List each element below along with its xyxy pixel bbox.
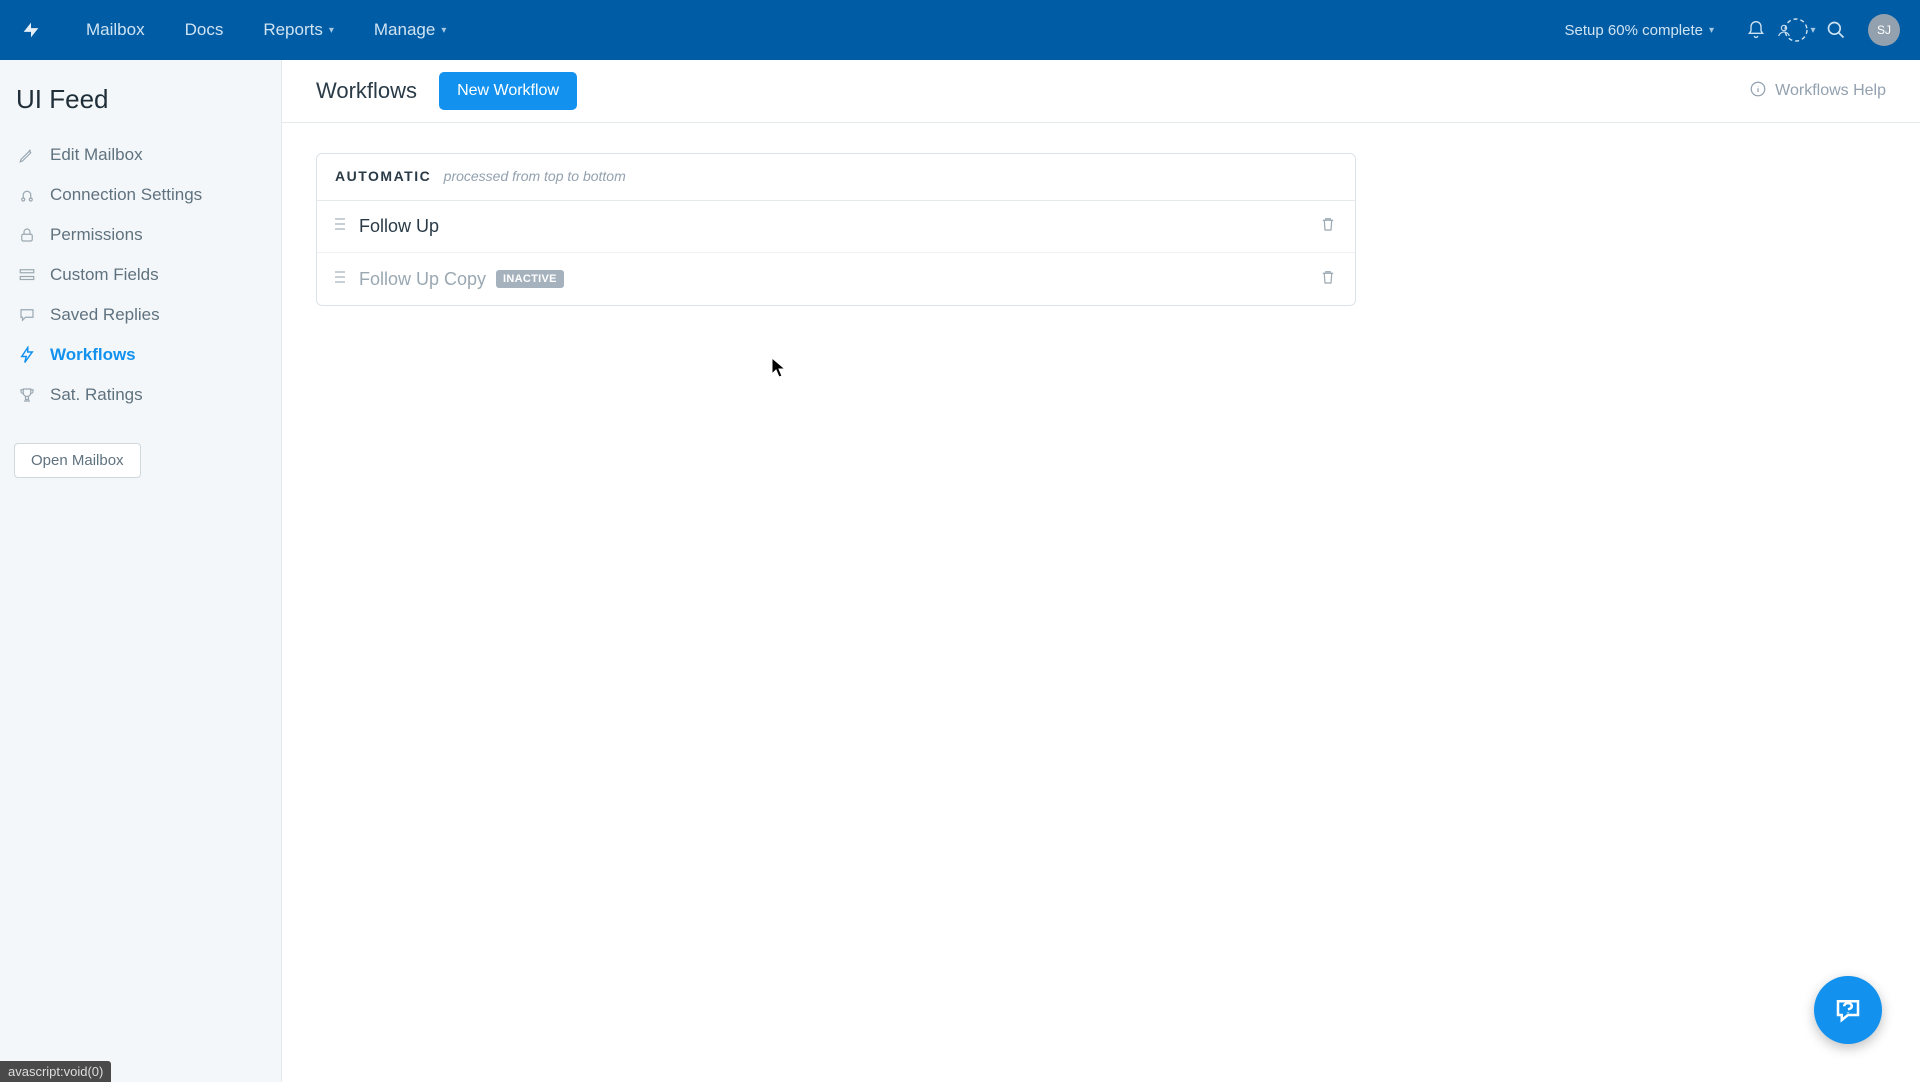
- page-header: Workflows New Workflow Workflows Help: [282, 60, 1920, 123]
- new-workflow-button[interactable]: New Workflow: [439, 72, 577, 110]
- sidebar-item-custom-fields[interactable]: Custom Fields: [14, 255, 267, 295]
- nav-mailbox[interactable]: Mailbox: [66, 0, 165, 60]
- workflow-row[interactable]: Follow Up Copy INACTIVE: [317, 253, 1355, 305]
- pencil-icon: [18, 146, 36, 164]
- sidebar: UI Feed Edit Mailbox Connection Settings…: [0, 60, 282, 1082]
- workflows-help-link[interactable]: Workflows Help: [1749, 80, 1886, 103]
- chevron-down-icon: ▾: [329, 25, 334, 36]
- chat-icon: [18, 306, 36, 324]
- sidebar-item-workflows[interactable]: Workflows: [14, 335, 267, 375]
- nav-reports[interactable]: Reports ▾: [243, 0, 354, 60]
- sidebar-item-connection[interactable]: Connection Settings: [14, 175, 267, 215]
- nav-label: Mailbox: [86, 20, 145, 40]
- delete-icon[interactable]: [1319, 268, 1337, 291]
- browser-status-bar: avascript:void(0): [0, 1061, 111, 1082]
- list-icon: [18, 266, 36, 284]
- workflow-name[interactable]: Follow Up Copy: [359, 269, 486, 290]
- inactive-badge: INACTIVE: [496, 270, 564, 288]
- nav-links: Mailbox Docs Reports ▾ Manage ▾: [66, 0, 466, 60]
- delete-icon[interactable]: [1319, 215, 1337, 238]
- notifications-icon[interactable]: [1736, 0, 1776, 60]
- chevron-down-icon: ▾: [1709, 25, 1714, 36]
- page-title: Workflows: [316, 78, 417, 104]
- workflows-card: AUTOMATIC processed from top to bottom F…: [316, 153, 1356, 306]
- avatar-initials: SJ: [1877, 23, 1891, 37]
- top-nav: Mailbox Docs Reports ▾ Manage ▾ Setup 60% …: [0, 0, 1920, 60]
- nav-docs[interactable]: Docs: [165, 0, 244, 60]
- bolt-icon: [18, 346, 36, 364]
- sidebar-item-label: Sat. Ratings: [50, 385, 143, 405]
- sidebar-item-sat-ratings[interactable]: Sat. Ratings: [14, 375, 267, 415]
- nav-label: Docs: [185, 20, 224, 40]
- nav-label: Reports: [263, 20, 323, 40]
- drag-handle-icon[interactable]: [335, 217, 345, 236]
- chevron-down-icon: ▾: [1810, 25, 1815, 36]
- cursor-icon: [771, 357, 789, 379]
- helpscout-logo-icon[interactable]: [20, 19, 42, 41]
- chevron-down-icon: ▾: [441, 25, 446, 36]
- sidebar-item-permissions[interactable]: Permissions: [14, 215, 267, 255]
- automatic-hint: processed from top to bottom: [444, 168, 626, 184]
- drag-handle-icon[interactable]: [335, 270, 345, 289]
- beacon-help-button[interactable]: [1814, 976, 1882, 1044]
- nav-manage[interactable]: Manage ▾: [354, 0, 466, 60]
- automatic-label: AUTOMATIC: [335, 168, 431, 184]
- user-avatar[interactable]: SJ: [1868, 14, 1900, 46]
- open-mailbox-button[interactable]: Open Mailbox: [14, 443, 141, 478]
- trophy-icon: [18, 386, 36, 404]
- connection-icon: [18, 186, 36, 204]
- sidebar-item-label: Permissions: [50, 225, 143, 245]
- sidebar-title: UI Feed: [14, 84, 267, 115]
- button-label: New Workflow: [457, 82, 559, 99]
- setup-label: Setup 60% complete: [1565, 22, 1703, 39]
- sidebar-item-label: Saved Replies: [50, 305, 160, 325]
- sidebar-item-saved-replies[interactable]: Saved Replies: [14, 295, 267, 335]
- info-icon: [1749, 80, 1767, 103]
- button-label: Open Mailbox: [31, 452, 124, 469]
- workflow-row[interactable]: Follow Up: [317, 201, 1355, 253]
- sidebar-item-label: Custom Fields: [50, 265, 159, 285]
- sidebar-item-label: Workflows: [50, 345, 136, 365]
- help-label: Workflows Help: [1775, 82, 1886, 100]
- nav-label: Manage: [374, 20, 435, 40]
- sidebar-item-label: Connection Settings: [50, 185, 202, 205]
- account-menu-icon[interactable]: ▾: [1776, 0, 1816, 60]
- workflow-name[interactable]: Follow Up: [359, 216, 439, 237]
- sidebar-item-edit-mailbox[interactable]: Edit Mailbox: [14, 135, 267, 175]
- setup-progress[interactable]: Setup 60% complete ▾: [1565, 22, 1714, 39]
- sidebar-item-label: Edit Mailbox: [50, 145, 143, 165]
- main-panel: Workflows New Workflow Workflows Help AU…: [282, 60, 1920, 1082]
- card-header: AUTOMATIC processed from top to bottom: [317, 154, 1355, 201]
- lock-icon: [18, 226, 36, 244]
- search-icon[interactable]: [1816, 0, 1856, 60]
